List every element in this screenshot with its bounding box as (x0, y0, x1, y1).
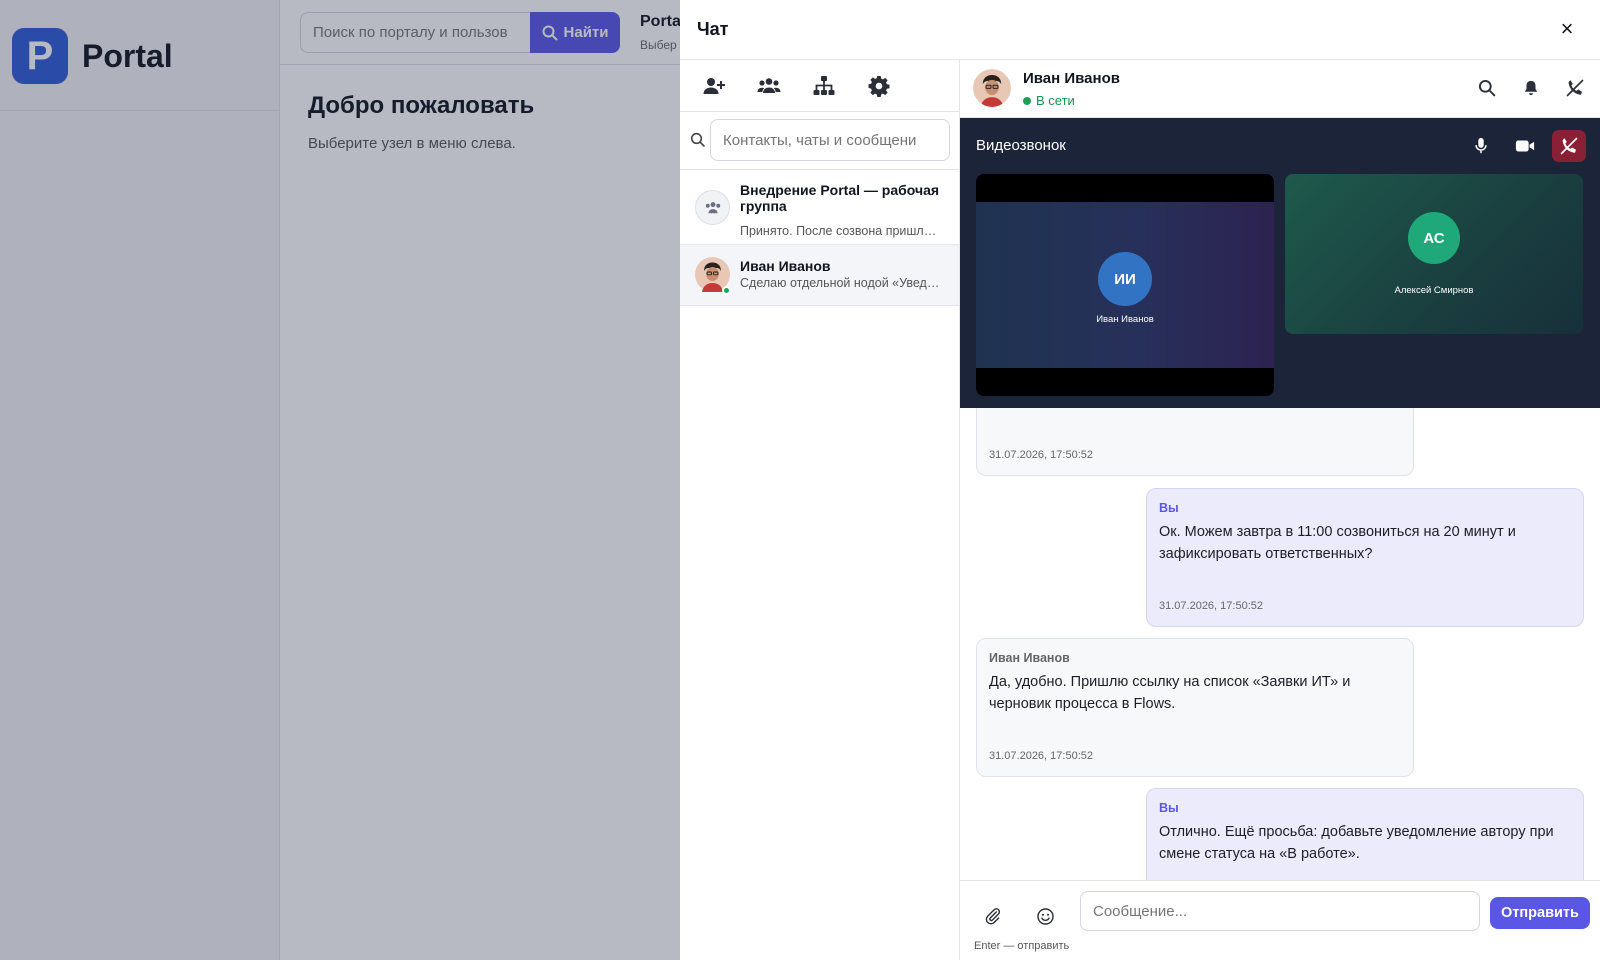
chat-drawer: Чат × Внедрение Portal — (680, 0, 1600, 960)
peer-status-label: В сети (1036, 93, 1075, 108)
participant-avatar: ИИ (1098, 252, 1152, 306)
avatar[interactable] (973, 69, 1011, 107)
group-avatar (695, 190, 730, 225)
video-stream: ИИ Иван Иванов (976, 202, 1274, 368)
message-outgoing: Вы Ок. Можем завтра в 11:00 созвониться … (1146, 488, 1584, 627)
microphone-icon[interactable] (1464, 130, 1498, 162)
video-call-controls (1464, 130, 1586, 162)
contacts-search-input[interactable] (710, 119, 950, 161)
video-call-title: Видеозвонок (976, 137, 1066, 154)
peer-status: В сети (1023, 93, 1075, 108)
close-icon[interactable]: × (1554, 16, 1580, 42)
chat-header-actions (1474, 75, 1588, 101)
message-time: 31.07.2026, 17:50:52 (989, 750, 1093, 762)
message-text: Отлично. Ещё просьба: добавьте уведомлен… (1159, 824, 1554, 862)
end-call-icon[interactable] (1552, 130, 1586, 162)
emoji-icon[interactable] (1032, 903, 1058, 929)
chat-peer-header: Иван Иванов В сети (960, 60, 1600, 118)
chat-drawer-header: Чат × (680, 0, 1600, 60)
send-button[interactable]: Отправить (1490, 897, 1590, 929)
chat-drawer-title: Чат (697, 19, 729, 39)
conversation-panel: Внедрение Portal — рабочая группа Принят… (680, 60, 960, 960)
org-structure-icon[interactable] (812, 68, 867, 104)
chat-window: Иван Иванов В сети 31.07.2026, 17:50:52 … (960, 60, 1600, 960)
conversation-title: Внедрение Portal — рабочая группа (740, 182, 940, 214)
participant-name: Иван Иванов (1096, 314, 1154, 325)
video-call-panel: Видеозвонок ИИ Иван Иванов АС Алексей См… (960, 118, 1600, 408)
composer-hint: Enter — отправить (974, 940, 1070, 952)
participant-avatar: АС (1408, 212, 1460, 264)
add-contact-icon[interactable] (702, 68, 757, 104)
participant-name: Алексей Смирнов (1394, 285, 1474, 296)
chat-toolbar (680, 60, 959, 112)
end-call-icon[interactable] (1562, 75, 1588, 101)
conversation-last-message: Сделаю отдельной нодой «Уведо… (740, 276, 945, 290)
video-tile[interactable]: АС Алексей Смирнов (1285, 174, 1583, 334)
message-author: Вы (1159, 501, 1179, 515)
message-text: Ок. Можем завтра в 11:00 созвониться на … (1159, 524, 1516, 562)
online-indicator (722, 286, 731, 295)
message-text: Да, удобно. Пришлю ссылку на список «Зая… (989, 674, 1351, 712)
message-author: Иван Иванов (989, 651, 1070, 665)
message-input[interactable] (1080, 891, 1480, 931)
search-icon (690, 132, 705, 147)
conversation-item-group[interactable]: Внедрение Portal — рабочая группа Принят… (680, 170, 959, 245)
camera-icon[interactable] (1508, 130, 1542, 162)
message-time: 31.07.2026, 17:50:52 (989, 449, 1093, 461)
modal-backdrop[interactable] (0, 0, 680, 960)
paperclip-icon[interactable] (980, 903, 1006, 929)
conversation-last-message: Принято. После созвона пришлю … (740, 224, 945, 238)
peer-name: Иван Иванов (1023, 70, 1120, 87)
contacts-search (680, 112, 959, 170)
bell-icon[interactable] (1518, 75, 1544, 101)
group-icon[interactable] (757, 68, 812, 104)
search-icon[interactable] (1474, 75, 1500, 101)
conversation-item-ivan[interactable]: Иван Иванов Сделаю отдельной нодой «Увед… (680, 245, 959, 306)
settings-icon[interactable] (867, 68, 922, 104)
message-incoming: Иван Иванов Да, удобно. Пришлю ссылку на… (976, 638, 1414, 777)
message-time: 31.07.2026, 17:50:52 (1159, 600, 1263, 612)
conversation-title: Иван Иванов (740, 258, 831, 274)
message-author: Вы (1159, 801, 1179, 815)
group-icon (705, 201, 720, 213)
message-composer: Отправить Enter — отправить (960, 880, 1600, 960)
online-indicator (1023, 96, 1031, 105)
video-tile[interactable]: ИИ Иван Иванов (976, 174, 1274, 396)
